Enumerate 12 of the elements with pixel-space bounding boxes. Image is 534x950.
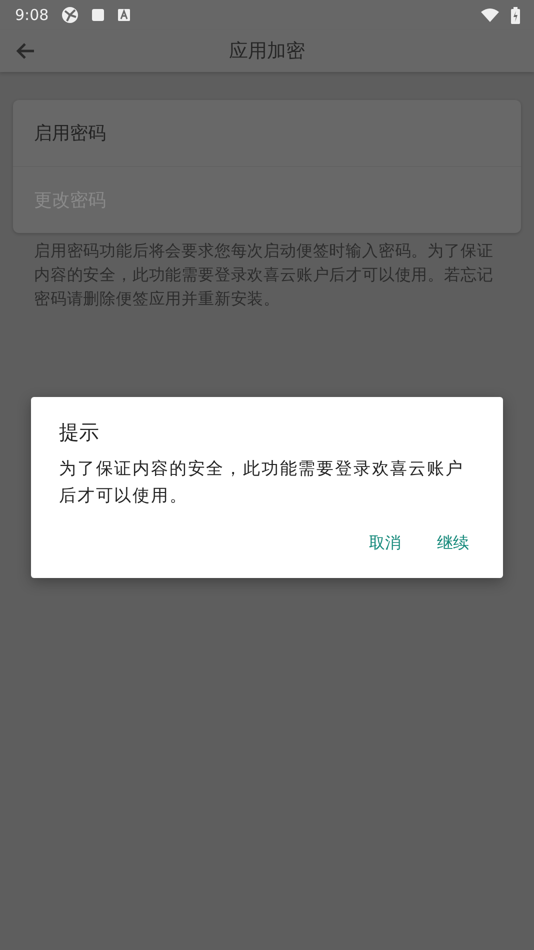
status-time: 9:08 <box>15 6 49 24</box>
dialog-title: 提示 <box>59 419 100 446</box>
back-arrow-icon[interactable] <box>16 41 36 61</box>
wifi-icon <box>481 8 499 22</box>
page-title: 应用加密 <box>229 39 305 64</box>
font-icon <box>116 8 131 22</box>
square-icon <box>90 8 105 22</box>
settings-item[interactable]: 启用密码 <box>13 100 521 166</box>
dialog-button[interactable]: 取消 <box>363 529 407 558</box>
dialog-message: 为了保证内容的安全，此功能需要登录欢喜云账户后才可以使用。 <box>59 458 465 508</box>
battery-icon <box>511 6 520 24</box>
dialog-button[interactable]: 继续 <box>431 529 475 558</box>
